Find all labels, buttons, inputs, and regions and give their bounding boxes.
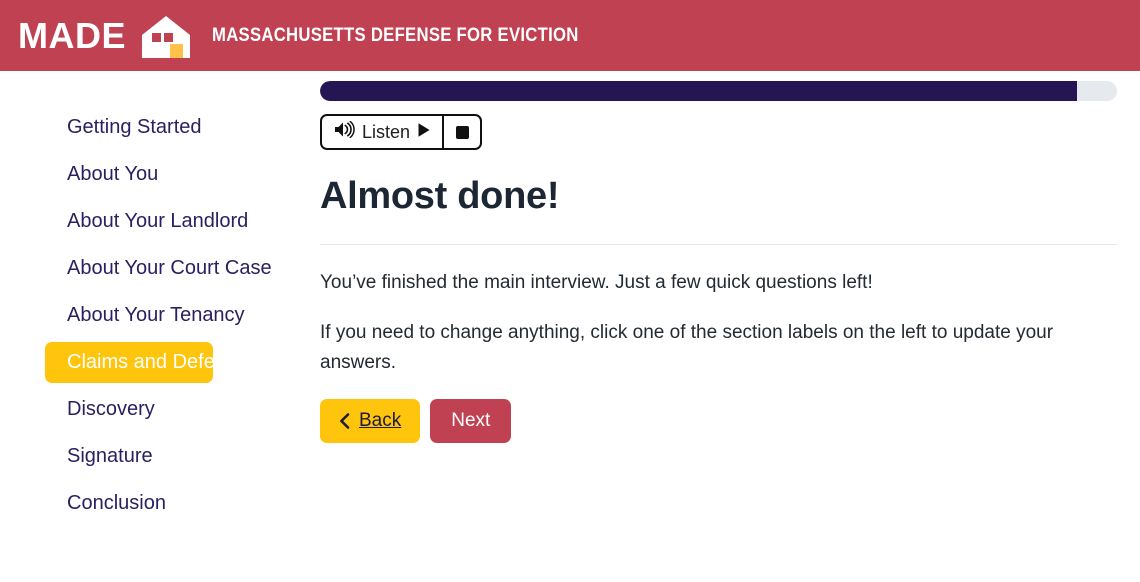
sidebar-item-getting-started[interactable]: Getting Started <box>45 107 294 148</box>
stop-button[interactable] <box>444 116 480 148</box>
listen-button[interactable]: Listen <box>322 116 442 148</box>
intro-paragraph: You’ve finished the main interview. Just… <box>320 271 873 293</box>
progress-bar-fill <box>320 81 1078 101</box>
sidebar-item-signature[interactable]: Signature <box>45 436 294 477</box>
brand-tagline: MASSACHUSETTS DEFENSE FOR EVICTION <box>212 24 579 46</box>
title-divider <box>320 243 1117 245</box>
page-body: Getting Started About You About Your Lan… <box>0 71 1140 582</box>
interview-progress-bar <box>320 81 1117 101</box>
main-content: Listen Almost done! You’ve finished the … <box>320 71 1140 582</box>
sidebar-item-about-your-tenancy[interactable]: About Your Tenancy <box>45 295 294 336</box>
app-header: MADE MASSACHUSETTS DEFENSE FOR EVICTION <box>0 0 1140 71</box>
page-title: Almost done! <box>320 175 560 217</box>
sidebar-item-discovery[interactable]: Discovery <box>45 389 294 430</box>
chevron-left-icon <box>339 413 350 429</box>
next-button[interactable]: Next <box>430 399 512 444</box>
speaker-volume-icon <box>334 120 355 143</box>
audio-player-toolbar: Listen <box>320 114 483 150</box>
play-icon[interactable] <box>417 122 431 143</box>
stop-icon <box>455 125 469 139</box>
section-navigation-sidebar: Getting Started About You About Your Lan… <box>0 71 320 582</box>
sidebar-item-conclusion[interactable]: Conclusion <box>45 483 294 524</box>
sidebar-item-about-your-court-case[interactable]: About Your Court Case <box>45 248 294 289</box>
brand-wordmark: MADE <box>18 14 126 56</box>
house-icon <box>140 12 192 60</box>
sidebar-item-about-you[interactable]: About You <box>45 154 294 195</box>
sidebar-item-claims-and-defenses[interactable]: Claims and Defenses <box>45 342 257 383</box>
sidebar-item-about-your-landlord[interactable]: About Your Landlord <box>45 201 294 242</box>
instructions-paragraph: If you need to change anything, click on… <box>320 322 1054 373</box>
listen-button-label: Listen <box>362 122 411 142</box>
back-button-label: Back <box>359 410 402 432</box>
navigation-button-row: Back Next <box>320 399 1117 444</box>
back-button[interactable]: Back <box>320 399 421 444</box>
